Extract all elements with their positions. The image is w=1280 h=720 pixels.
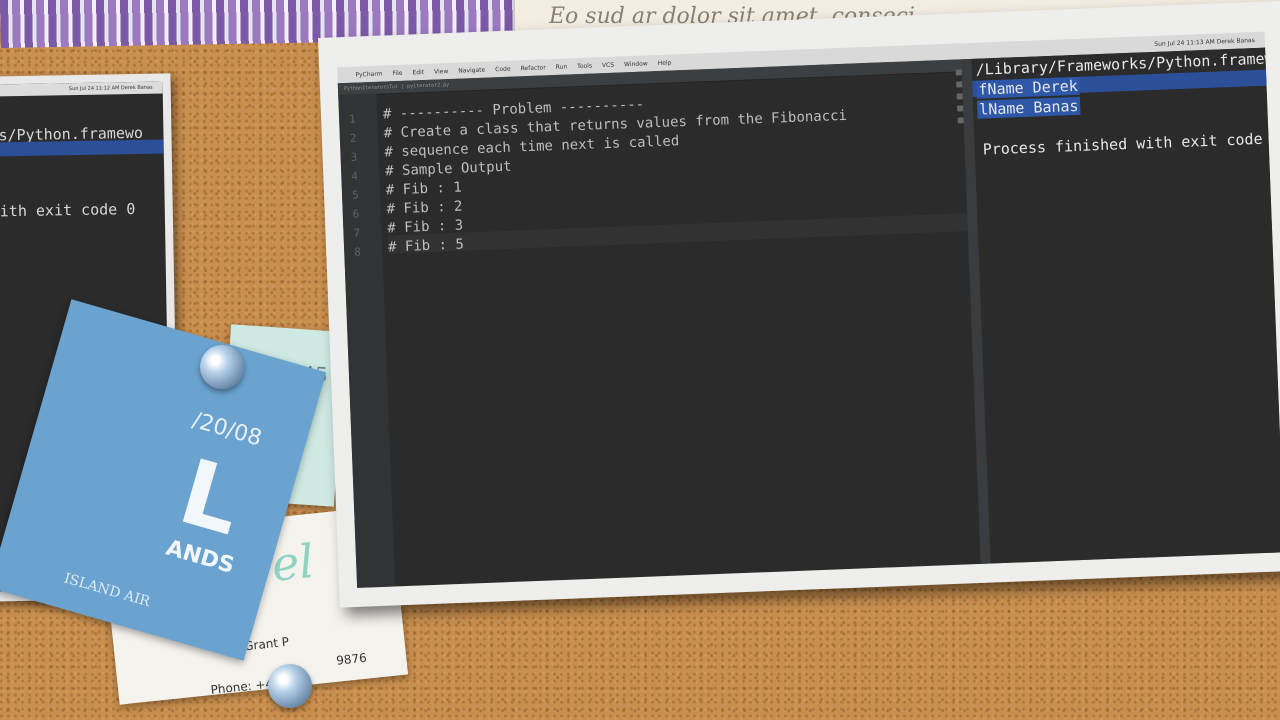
line-number: 1 <box>348 112 357 126</box>
menu-code[interactable]: Code <box>495 65 511 73</box>
menu-view[interactable]: View <box>434 68 449 76</box>
line-number: 4 <box>351 169 359 183</box>
left-selection-bar <box>0 139 164 157</box>
stop-icon[interactable] <box>956 81 963 88</box>
ide-window: PythonIteratorsTut | pyiterator2.py 1 2 … <box>337 47 1280 588</box>
line-number: 2 <box>349 131 357 145</box>
settings-icon[interactable] <box>957 105 964 112</box>
line-number: 8 <box>354 245 362 259</box>
close-icon[interactable] <box>957 117 964 124</box>
card-name: Grant P <box>243 634 290 654</box>
pause-icon[interactable] <box>956 93 963 100</box>
console-output-line: fName Derek <box>976 76 1081 99</box>
left-exit-text: with exit code 0 <box>0 199 136 221</box>
tag-air: ISLAND AIR <box>62 570 152 611</box>
menu-run[interactable]: Run <box>556 63 568 70</box>
push-pin-icon <box>268 664 312 708</box>
line-number: 6 <box>352 207 360 221</box>
line-number: 5 <box>351 188 359 202</box>
push-pin-icon <box>200 345 244 389</box>
console-output-line: lName Banas <box>976 96 1081 119</box>
main-screen-photo: PyCharm File Edit View Navigate Code Ref… <box>318 0 1280 608</box>
rerun-icon[interactable] <box>955 69 962 76</box>
line-number: 7 <box>353 226 361 240</box>
menu-help[interactable]: Help <box>658 59 672 67</box>
code-editor[interactable]: # ---------- Problem ---------- # Create… <box>383 83 972 257</box>
console-exit-text: Process finished with exit code 0 <box>982 129 1280 159</box>
menu-vcs[interactable]: VCS <box>602 61 614 68</box>
menu-edit[interactable]: Edit <box>412 68 424 75</box>
menubar-clock: Sun Jul 24 11:13 AM Derek Banas <box>1154 36 1255 48</box>
menu-tools[interactable]: Tools <box>577 62 592 70</box>
menu-refactor[interactable]: Refactor <box>520 64 545 72</box>
menu-window[interactable]: Window <box>624 60 648 68</box>
run-console[interactable]: /Library/Frameworks/Python.framewor fNam… <box>955 47 1280 564</box>
menu-file[interactable]: File <box>392 69 402 76</box>
left-menubar: Sun Jul 24 11:12 AM Derek Banas <box>0 81 163 97</box>
menu-navigate[interactable]: Navigate <box>458 66 485 74</box>
line-number: 3 <box>350 150 358 164</box>
card-number: 9876 <box>335 650 368 668</box>
menu-app[interactable]: PyCharm <box>355 70 382 78</box>
